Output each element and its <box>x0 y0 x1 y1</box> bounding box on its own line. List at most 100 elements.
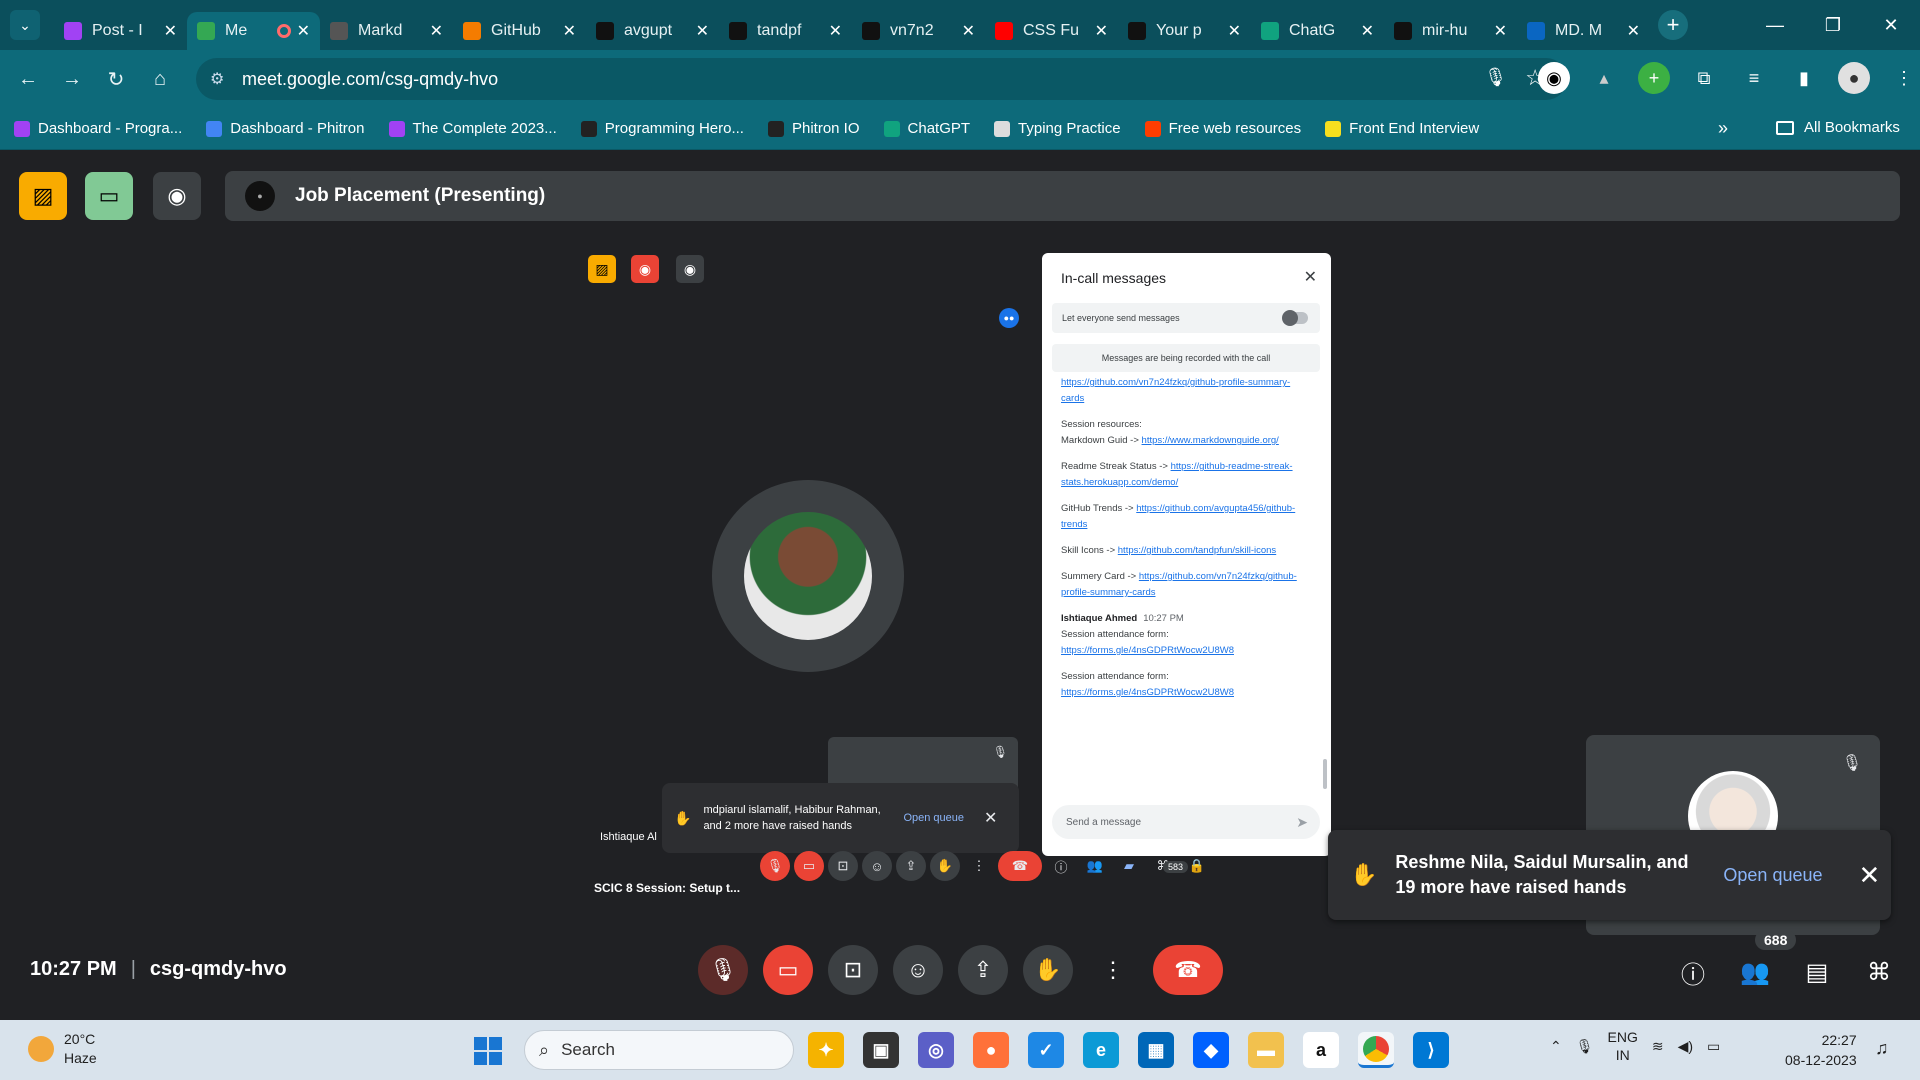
weather-widget[interactable]: 20°C Haze <box>28 1030 97 1068</box>
file-explorer-icon[interactable]: ▬ <box>1248 1032 1284 1068</box>
bookmark-item[interactable]: Typing Practice <box>994 120 1121 137</box>
bookmark-item[interactable]: Dashboard - Phitron <box>206 120 365 137</box>
address-bar[interactable]: ⚙ meet.google.com/csg-qmdy-hvo 🎙 ☆ <box>196 58 1567 100</box>
teams-chat-icon[interactable]: ◎ <box>918 1032 954 1068</box>
close-tab-icon[interactable]: ✕ <box>1361 21 1374 41</box>
open-queue-button[interactable]: Open queue <box>1723 865 1822 886</box>
browser-tab[interactable]: MD. M ✕ <box>1517 12 1650 50</box>
minimize-button[interactable]: — <box>1746 0 1804 50</box>
system-clock[interactable]: 22:27 08-12-2023 <box>1785 1030 1857 1070</box>
reactions-button[interactable]: ☺ <box>893 945 943 995</box>
browser-tab[interactable]: CSS Fu ✕ <box>985 12 1118 50</box>
wifi-icon[interactable]: ≋ <box>1652 1038 1664 1055</box>
close-tab-icon[interactable]: ✕ <box>1627 21 1640 41</box>
close-tab-icon[interactable]: ✕ <box>297 21 310 41</box>
message-link: https://github.com/tandpfun/skill-icons <box>1117 545 1277 556</box>
close-tab-icon[interactable]: ✕ <box>962 21 975 41</box>
more-bookmarks-icon[interactable]: » <box>1718 118 1728 139</box>
meeting-info-button[interactable]: ⓘ <box>1676 955 1710 989</box>
side-panel-icon[interactable]: ▮ <box>1788 62 1820 94</box>
home-button[interactable]: ⌂ <box>140 59 180 99</box>
close-tab-icon[interactable]: ✕ <box>1228 21 1241 41</box>
profile-avatar[interactable]: ● <box>1838 62 1870 94</box>
people-button[interactable]: 👥 <box>1738 955 1772 989</box>
battery-icon[interactable]: ▭ <box>1707 1038 1720 1055</box>
all-bookmarks-button[interactable]: All Bookmarks <box>1776 119 1900 136</box>
close-tab-icon[interactable]: ✕ <box>563 21 576 41</box>
microphone-icon[interactable]: 🎙 <box>1484 67 1507 88</box>
browser-tab[interactable]: Your p ✕ <box>1118 12 1251 50</box>
chrome-icon[interactable] <box>1358 1032 1394 1068</box>
captions-button[interactable]: ⊡ <box>828 945 878 995</box>
extension-plus-icon[interactable]: + <box>1638 62 1670 94</box>
bookmark-item[interactable]: Front End Interview <box>1325 120 1479 137</box>
close-tab-icon[interactable]: ✕ <box>829 21 842 41</box>
inner-participant-name: Ishtiaque Al <box>600 831 657 843</box>
bookmark-item[interactable]: ChatGPT <box>883 120 970 137</box>
forward-button[interactable]: → <box>52 59 92 99</box>
raise-hand-button[interactable]: ✋ <box>1023 945 1073 995</box>
volume-icon[interactable]: ◀) <box>1678 1038 1693 1055</box>
restore-button[interactable]: ❐ <box>1804 0 1862 50</box>
browser-tab[interactable]: ChatG ✕ <box>1251 12 1384 50</box>
microphone-icon[interactable]: 🎙 <box>1576 1038 1594 1055</box>
browser-tab[interactable]: vn7n2 ✕ <box>852 12 985 50</box>
edge-icon[interactable]: e <box>1083 1032 1119 1068</box>
chevron-up-icon[interactable]: ⌃ <box>1550 1038 1562 1055</box>
close-tab-icon[interactable]: ✕ <box>1494 21 1507 41</box>
start-button[interactable] <box>474 1037 502 1065</box>
tab-search-button[interactable]: ⌄ <box>10 10 40 40</box>
tab-title: tandpf <box>757 22 802 39</box>
todo-icon[interactable]: ✓ <box>1028 1032 1064 1068</box>
browser-tab[interactable]: GitHub ✕ <box>453 12 586 50</box>
chat-button[interactable]: ▤ <box>1800 955 1834 989</box>
call-controls: 🎙 ▭ ⊡ ☺ ⇪ ✋ ⋮ ☎ <box>698 945 1238 995</box>
bookmark-item[interactable]: Free web resources <box>1144 120 1301 137</box>
vscode-icon[interactable]: ⟩ <box>1413 1032 1449 1068</box>
firefox-icon[interactable]: ● <box>973 1032 1009 1068</box>
close-tab-icon[interactable]: ✕ <box>164 21 177 41</box>
bookmark-item[interactable]: The Complete 2023... <box>388 120 557 137</box>
browser-tab[interactable]: mir-hu ✕ <box>1384 12 1517 50</box>
microphone-toggle-button[interactable]: 🎙 <box>698 945 748 995</box>
activities-button[interactable]: ⌘ <box>1862 955 1896 989</box>
close-window-button[interactable]: ✕ <box>1862 0 1920 50</box>
browser-tab[interactable]: Me ✕ <box>187 12 320 50</box>
camera-toggle-button[interactable]: ▭ <box>763 945 813 995</box>
browser-tab[interactable]: avgupt ✕ <box>586 12 719 50</box>
browser-tab[interactable]: Post - I ✕ <box>54 12 187 50</box>
more-options-button[interactable]: ⋮ <box>1088 945 1138 995</box>
bookmark-item[interactable]: Dashboard - Progra... <box>14 120 182 137</box>
close-tab-icon[interactable]: ✕ <box>1095 21 1108 41</box>
taskbar-search[interactable]: ⌕ Search <box>524 1030 794 1070</box>
input-language[interactable]: ENG IN <box>1608 1028 1638 1064</box>
amazon-icon[interactable]: a <box>1303 1032 1339 1068</box>
new-tab-button[interactable]: + <box>1658 10 1688 40</box>
copilot-app-icon[interactable]: ✦ <box>808 1032 844 1068</box>
stop-presenting-button[interactable]: ▨ <box>19 172 67 220</box>
media-controls-icon[interactable]: ≡ <box>1738 62 1770 94</box>
browser-tab[interactable]: tandpf ✕ <box>719 12 852 50</box>
haze-sun-icon <box>28 1036 54 1062</box>
visibility-button[interactable]: ◉ <box>153 172 201 220</box>
extension-dropper-icon[interactable]: ▴ <box>1588 62 1620 94</box>
leave-call-button[interactable]: ☎ <box>1153 945 1223 995</box>
reload-button[interactable]: ↻ <box>96 59 136 99</box>
extensions-puzzle-icon[interactable]: ⧉ <box>1688 62 1720 94</box>
present-device-button[interactable]: ▭ <box>85 172 133 220</box>
dropbox-icon[interactable]: ◆ <box>1193 1032 1229 1068</box>
dismiss-toast-button[interactable]: ✕ <box>1859 860 1881 891</box>
extension-panda-icon[interactable]: ◉ <box>1538 62 1570 94</box>
menu-kebab-icon[interactable]: ⋮ <box>1888 62 1920 94</box>
notification-bell-icon[interactable]: ♫ <box>1875 1038 1889 1059</box>
close-tab-icon[interactable]: ✕ <box>696 21 709 41</box>
task-view-icon[interactable]: ▣ <box>863 1032 899 1068</box>
store-icon[interactable]: ▦ <box>1138 1032 1174 1068</box>
bookmark-item[interactable]: Programming Hero... <box>580 120 744 137</box>
back-button[interactable]: ← <box>8 59 48 99</box>
browser-tab[interactable]: Markd ✕ <box>320 12 453 50</box>
site-info-icon[interactable]: ⚙ <box>210 69 224 89</box>
close-tab-icon[interactable]: ✕ <box>430 21 443 41</box>
present-now-button[interactable]: ⇪ <box>958 945 1008 995</box>
bookmark-item[interactable]: Phitron IO <box>767 120 860 137</box>
